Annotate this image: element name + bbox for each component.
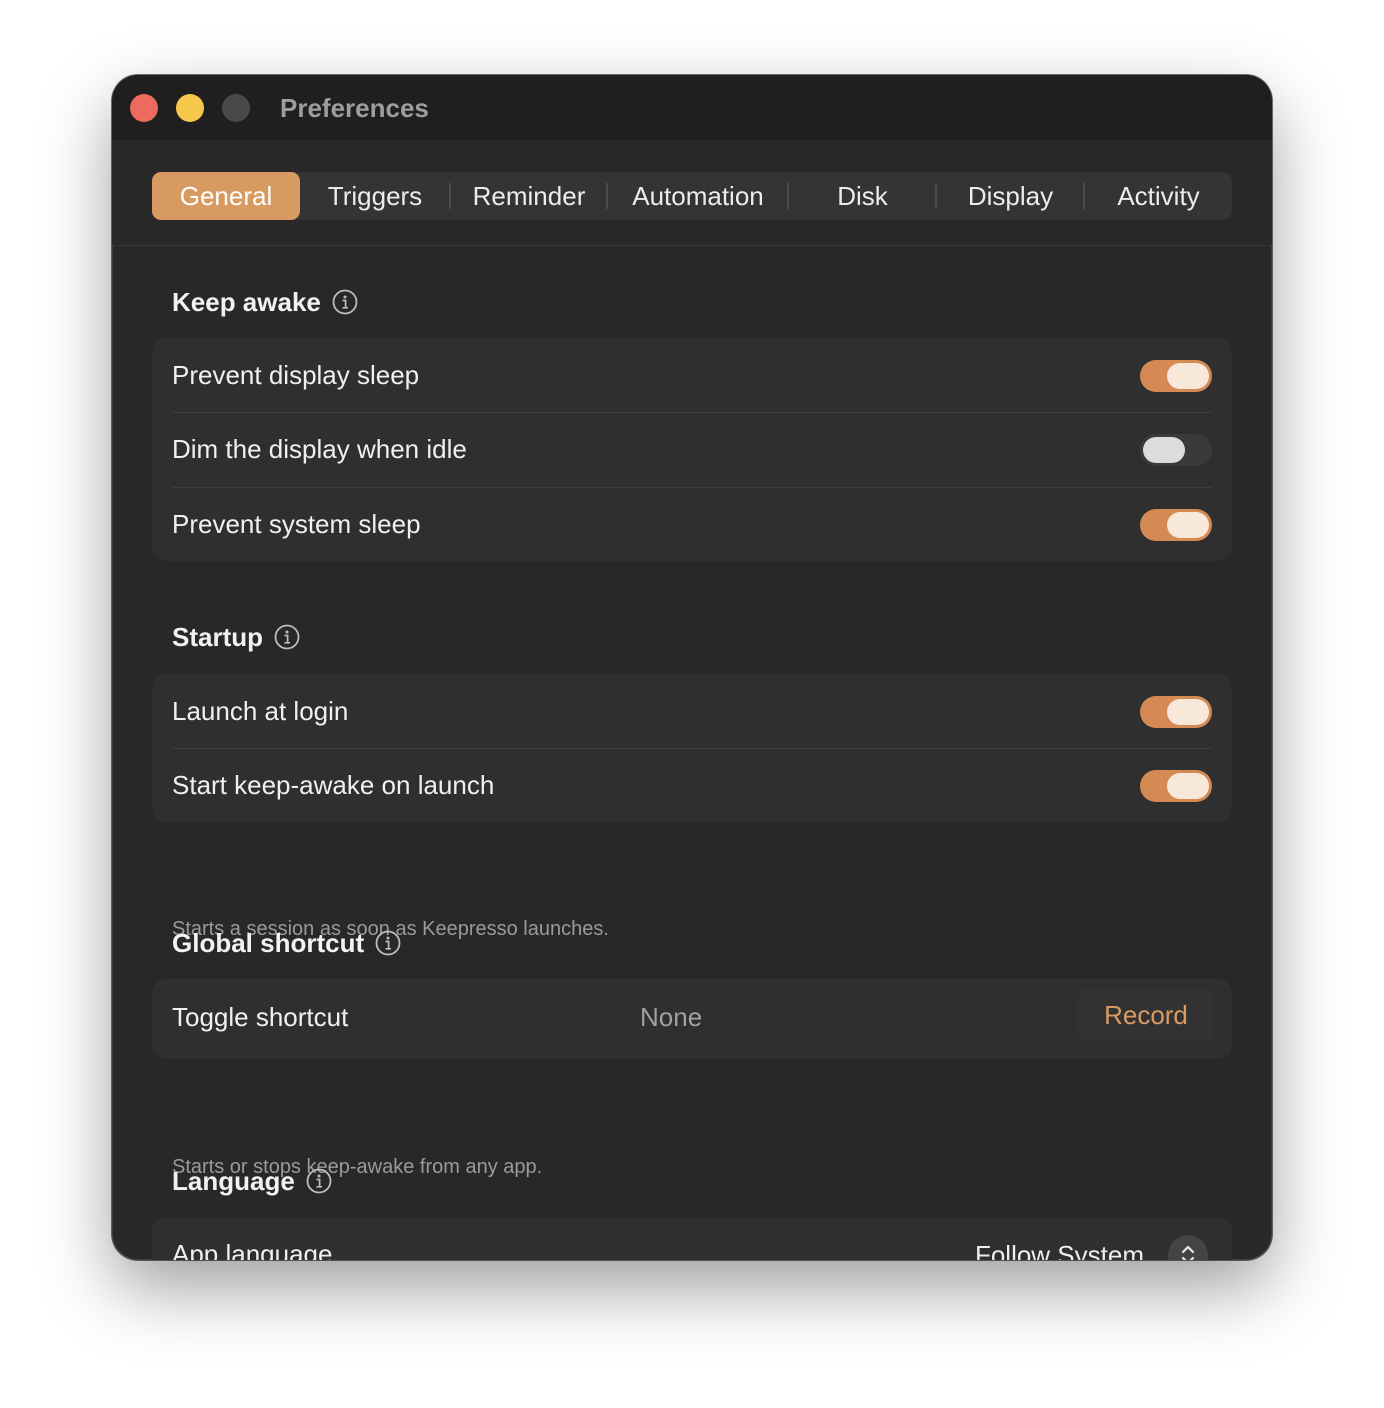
tab-triggers[interactable]: Triggers <box>300 172 450 220</box>
row-prevent-system-sleep: Prevent system sleep <box>152 487 1232 562</box>
tab-activity[interactable]: Activity <box>1085 172 1232 220</box>
shortcut-value: None <box>640 1002 703 1032</box>
row-start-keep-awake-on-launch: Start keep-awake on launch <box>152 748 1232 823</box>
general-settings-pane: Keep awake Prevent display sleep Dim the… <box>112 246 1272 1260</box>
preferences-window: Preferences General Triggers Reminder Au… <box>112 75 1272 1260</box>
section-title-language: Language <box>172 1166 295 1196</box>
row-label: Toggle shortcut <box>172 1002 349 1032</box>
section-language: Language <box>172 1165 332 1197</box>
window-title: Preferences <box>280 93 429 123</box>
launch-at-login-toggle[interactable] <box>1140 696 1212 728</box>
info-circle-icon[interactable] <box>274 624 300 650</box>
section-global-shortcut: Global shortcut <box>172 927 401 959</box>
startup-group: Launch at login Start keep-awake on laun… <box>152 674 1232 822</box>
section-title-keep-awake: Keep awake <box>172 287 321 317</box>
row-label: App language <box>172 1239 333 1260</box>
section-title-startup: Startup <box>172 622 263 652</box>
row-dim-display-idle: Dim the display when idle <box>152 412 1232 487</box>
toolbar: General Triggers Reminder Automation Dis… <box>112 140 1272 246</box>
info-circle-icon[interactable] <box>332 289 358 315</box>
section-keep-awake: Keep awake <box>172 286 358 318</box>
global-shortcut-group: Toggle shortcut None Record <box>152 979 1232 1059</box>
zoom-window-button[interactable] <box>222 94 250 122</box>
keep-awake-group: Prevent display sleep Dim the display wh… <box>152 338 1232 561</box>
tab-automation[interactable]: Automation <box>608 172 788 220</box>
row-label: Dim the display when idle <box>172 434 467 464</box>
dim-display-idle-toggle[interactable] <box>1140 434 1212 466</box>
row-prevent-display-sleep: Prevent display sleep <box>152 338 1232 413</box>
row-label: Start keep-awake on launch <box>172 770 495 800</box>
record-shortcut-button[interactable]: Record <box>1078 989 1214 1041</box>
tab-disk[interactable]: Disk <box>789 172 936 220</box>
toggle-knob <box>1143 437 1185 463</box>
section-startup: Startup <box>172 621 300 653</box>
toggle-knob <box>1167 512 1209 538</box>
tab-display[interactable]: Display <box>937 172 1084 220</box>
section-title-global-shortcut: Global shortcut <box>172 928 365 958</box>
tab-bar: General Triggers Reminder Automation Dis… <box>152 172 1232 220</box>
row-app-language: App language Follow System <box>152 1217 1232 1260</box>
minimize-window-button[interactable] <box>176 94 204 122</box>
info-circle-icon[interactable] <box>306 1168 332 1194</box>
app-language-value: Follow System <box>974 1240 1144 1260</box>
toggle-knob <box>1167 773 1209 799</box>
row-label: Launch at login <box>172 696 349 726</box>
language-group: App language Follow System <box>152 1217 1232 1260</box>
row-label: Prevent display sleep <box>172 360 420 390</box>
toggle-knob <box>1167 699 1209 725</box>
row-label: Prevent system sleep <box>172 509 421 539</box>
tab-reminder[interactable]: Reminder <box>451 172 607 220</box>
chevron-up-down-icon <box>1168 1235 1208 1260</box>
toggle-knob <box>1167 363 1209 389</box>
row-launch-at-login: Launch at login <box>152 674 1232 749</box>
tab-general[interactable]: General <box>152 172 300 220</box>
app-language-select[interactable]: Follow System <box>975 1235 1208 1260</box>
row-toggle-shortcut: Toggle shortcut None Record <box>152 979 1232 1059</box>
title-bar: Preferences <box>112 75 1272 140</box>
start-keep-awake-on-launch-toggle[interactable] <box>1140 770 1212 802</box>
info-circle-icon[interactable] <box>375 930 401 956</box>
close-window-button[interactable] <box>130 94 158 122</box>
prevent-display-sleep-toggle[interactable] <box>1140 360 1212 392</box>
prevent-system-sleep-toggle[interactable] <box>1140 509 1212 541</box>
